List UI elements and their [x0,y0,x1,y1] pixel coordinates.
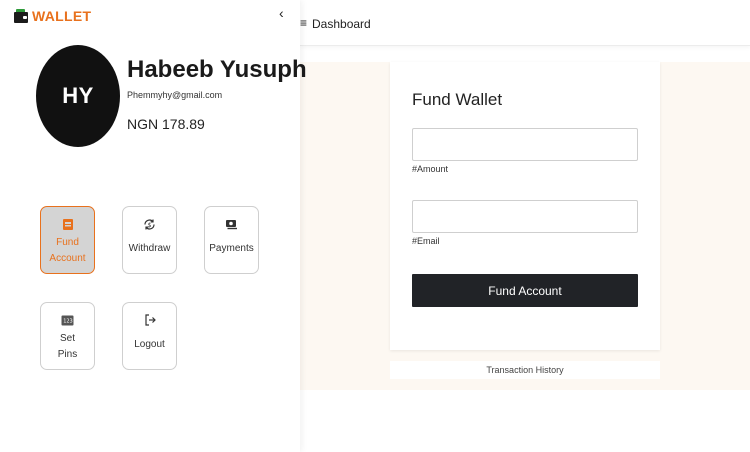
set-pins-button[interactable]: 123 Set Pins [40,302,95,370]
sidebar: WALLET ‹ HY Habeeb Yusuph Phemmyhy@gmail… [0,0,307,452]
collapse-sidebar-icon[interactable]: ‹ [279,6,284,20]
withdraw-button[interactable]: $ Withdraw [122,206,177,274]
svg-text:123: 123 [63,318,73,324]
email-hint: #Email [412,236,440,246]
user-name: Habeeb Yusuph [127,56,307,83]
logout-button[interactable]: Logout [122,302,177,370]
withdraw-icon: $ [142,215,157,233]
svg-text:$: $ [148,222,152,229]
transaction-history-link[interactable]: Transaction History [390,361,660,379]
menu-icon[interactable]: ≡ [300,16,307,30]
fund-account-label-1: Fund [56,237,79,248]
set-pins-label-2: Pins [57,349,78,360]
top-bar: ≡ Dashboard [300,0,750,46]
brand[interactable]: WALLET [14,8,91,24]
fund-account-button[interactable]: Fund Account [40,206,95,274]
payments-label: Payments [209,243,254,254]
amount-hint: #Amount [412,164,449,174]
payments-button[interactable]: Payments [204,206,259,274]
card-title: Fund Wallet [412,90,503,109]
withdraw-label: Withdraw [128,243,171,254]
wallet-balance: NGN 178.89 [127,116,205,132]
logout-label: Logout [134,339,165,350]
wallet-logo-icon [14,9,28,23]
email-input[interactable] [412,200,638,233]
avatar: HY [36,45,120,147]
logout-icon [143,311,157,329]
wallet-icon [62,215,74,233]
fund-account-label-2: Account [49,253,86,264]
user-email: Phemmyhy@gmail.com [127,90,223,100]
breadcrumb: Dashboard [312,17,371,31]
fund-wallet-card: Fund Wallet #Amount #Email Fund Account [390,62,660,350]
amount-input[interactable] [412,128,638,161]
payments-icon [225,215,238,233]
set-pins-label-1: Set [59,333,75,344]
brand-name: WALLET [32,8,92,24]
pin-pad-icon: 123 [61,311,74,329]
fund-account-submit-button[interactable]: Fund Account [412,274,638,307]
